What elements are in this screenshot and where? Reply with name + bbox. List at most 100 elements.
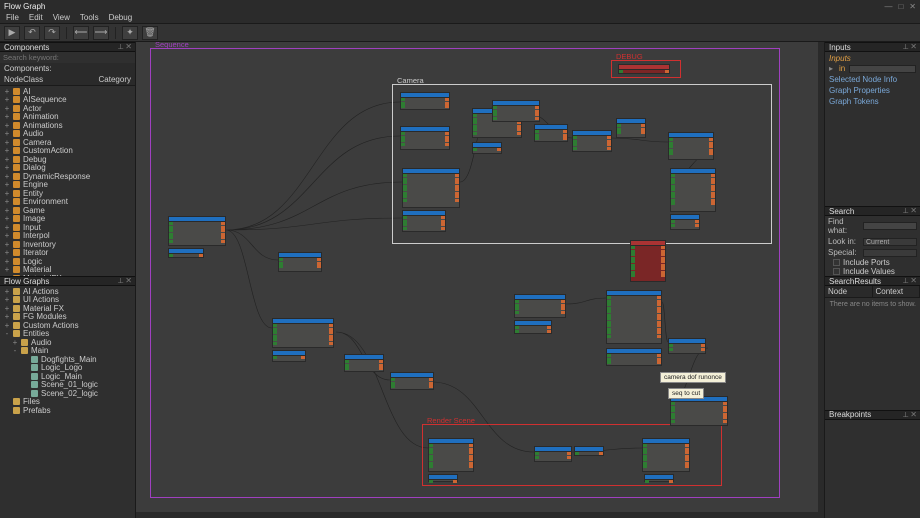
maximize-icon[interactable]: □ (898, 2, 903, 11)
component-item[interactable]: +Engine (0, 181, 135, 190)
canvas-scrollbar-h[interactable] (136, 512, 824, 518)
graph-node[interactable] (606, 290, 662, 344)
menu-debug[interactable]: Debug (109, 13, 133, 22)
graph-node[interactable] (428, 438, 474, 472)
graph-node[interactable] (272, 350, 306, 362)
flowgraph-item[interactable]: Scene_02_logic (0, 389, 135, 398)
graph-node[interactable] (168, 248, 204, 258)
include-ports-checkbox[interactable] (833, 259, 840, 266)
flowgraph-item[interactable]: +FG Modules (0, 313, 135, 322)
flowgraph-item[interactable]: +Material FX (0, 304, 135, 313)
graph-node[interactable] (400, 92, 450, 110)
pin-icon[interactable]: ⟂ (903, 276, 908, 286)
component-item[interactable]: +Game (0, 206, 135, 215)
graph-node[interactable] (618, 64, 670, 74)
component-item[interactable]: +AISequence (0, 96, 135, 105)
menu-edit[interactable]: Edit (29, 13, 43, 22)
component-item[interactable]: +AI (0, 87, 135, 96)
graph-node[interactable] (278, 252, 322, 272)
results-col-node[interactable]: Node (825, 286, 873, 297)
component-item[interactable]: +Dialog (0, 164, 135, 173)
wand-icon[interactable]: ✦ (122, 26, 138, 40)
find-what-field[interactable] (863, 222, 917, 230)
minimize-icon[interactable]: — (884, 2, 892, 11)
pin-icon[interactable]: ⟂ (118, 42, 123, 52)
component-item[interactable]: +Camera (0, 138, 135, 147)
inputs-panel-header[interactable]: Inputs ⟂✕ (825, 42, 920, 52)
canvas-scrollbar-v[interactable] (818, 42, 824, 512)
menu-file[interactable]: File (6, 13, 19, 22)
nav-back-icon[interactable]: ⟵ (73, 26, 89, 40)
results-panel-header[interactable]: SearchResults ⟂✕ (825, 276, 920, 286)
flowgraph-item[interactable]: Logic_Main (0, 372, 135, 381)
undo-icon[interactable]: ↶ (24, 26, 40, 40)
flowgraph-item[interactable]: +UI Actions (0, 296, 135, 305)
flowgraph-item[interactable]: Dogfights_Main (0, 355, 135, 364)
results-col-context[interactable]: Context (873, 286, 920, 297)
pin-icon[interactable]: ⟂ (118, 276, 123, 286)
graph-node[interactable] (644, 474, 674, 482)
flowgraph-item[interactable]: -Entities (0, 330, 135, 339)
flowgraphs-panel-header[interactable]: Flow Graphs ⟂✕ (0, 276, 135, 286)
breakpoints-panel-header[interactable]: Breakpoints ⟂✕ (825, 410, 920, 420)
menu-view[interactable]: View (53, 13, 70, 22)
graph-node[interactable] (574, 446, 604, 456)
graph-node[interactable] (472, 142, 502, 154)
menu-tools[interactable]: Tools (80, 13, 99, 22)
graph-node[interactable] (390, 372, 434, 390)
component-item[interactable]: +Animations (0, 121, 135, 130)
pin-icon[interactable]: ⟂ (903, 410, 908, 420)
redo-icon[interactable]: ↷ (44, 26, 60, 40)
col-nodeclass[interactable]: NodeClass (4, 75, 43, 84)
search-panel-header[interactable]: Search ⟂✕ (825, 206, 920, 216)
component-item[interactable]: +Inventory (0, 240, 135, 249)
graph-node[interactable] (670, 214, 700, 230)
graph-node[interactable] (428, 474, 458, 482)
flowgraph-item[interactable]: -Main (0, 347, 135, 356)
graph-node[interactable] (514, 294, 566, 318)
input-value-field[interactable] (849, 65, 916, 73)
search-input[interactable] (3, 53, 132, 62)
graph-node[interactable] (168, 216, 226, 246)
component-item[interactable]: +Entity (0, 189, 135, 198)
look-in-select[interactable]: Current (863, 238, 917, 246)
graph-node[interactable] (616, 118, 646, 138)
graph-node[interactable] (572, 130, 612, 152)
close-panel-icon[interactable]: ✕ (910, 42, 917, 52)
graph-node[interactable] (670, 396, 728, 426)
nav-fwd-icon[interactable]: ⟶ (93, 26, 109, 40)
flowgraph-item[interactable]: +Custom Actions (0, 321, 135, 330)
component-item[interactable]: +Actor (0, 104, 135, 113)
graph-node[interactable] (630, 240, 666, 282)
graph-node[interactable] (534, 446, 572, 462)
component-item[interactable]: +Iterator (0, 249, 135, 258)
flowgraph-item[interactable]: Files (0, 398, 135, 407)
graph-node[interactable] (668, 338, 706, 354)
component-item[interactable]: +Interpol (0, 232, 135, 241)
close-panel-icon[interactable]: ✕ (125, 42, 132, 52)
col-category[interactable]: Category (99, 75, 131, 84)
special-select[interactable] (863, 249, 917, 257)
graph-node[interactable] (534, 124, 568, 142)
include-values-checkbox[interactable] (833, 268, 840, 275)
graph-canvas[interactable]: SequenceDEBUGCameraRender Scenecamera do… (136, 42, 824, 518)
pin-icon[interactable]: ⟂ (903, 206, 908, 216)
link-graph-tokens[interactable]: Graph Tokens (829, 97, 916, 106)
component-item[interactable]: +Environment (0, 198, 135, 207)
component-item[interactable]: +Material (0, 266, 135, 275)
component-item[interactable]: +Logic (0, 257, 135, 266)
close-panel-icon[interactable]: ✕ (125, 276, 132, 286)
flowgraphs-tree[interactable]: +AI Actions+UI Actions+Material FX+FG Mo… (0, 286, 135, 518)
flowgraph-item[interactable]: Scene_01_logic (0, 381, 135, 390)
graph-node[interactable] (344, 354, 384, 372)
graph-node[interactable] (402, 210, 446, 232)
component-item[interactable]: +Animation (0, 113, 135, 122)
graph-node[interactable] (670, 168, 716, 212)
graph-node[interactable] (606, 348, 662, 366)
graph-node[interactable] (272, 318, 334, 348)
flowgraph-item[interactable]: +Audio (0, 338, 135, 347)
component-item[interactable]: +Image (0, 215, 135, 224)
close-panel-icon[interactable]: ✕ (910, 206, 917, 216)
component-item[interactable]: +Debug (0, 155, 135, 164)
components-panel-header[interactable]: Components ⟂✕ (0, 42, 135, 52)
